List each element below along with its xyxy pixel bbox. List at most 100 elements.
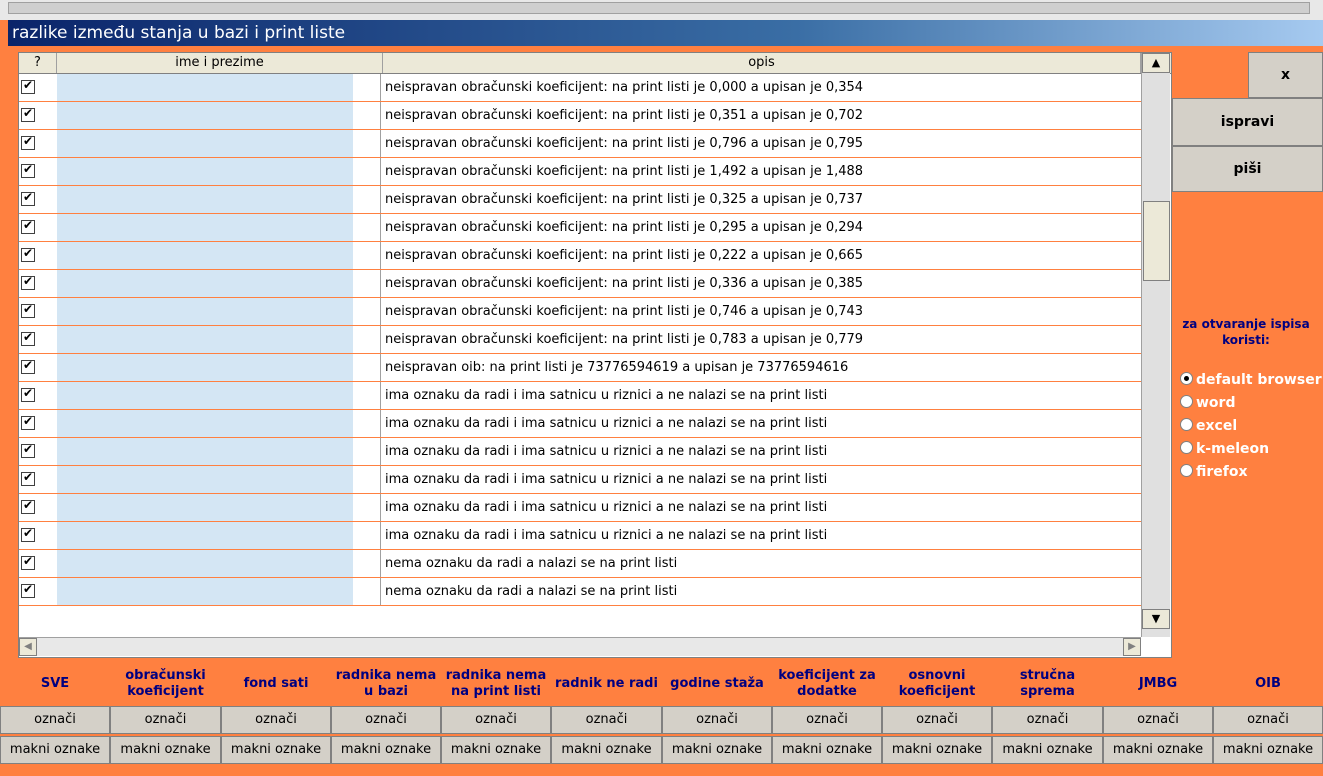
row-opis-cell[interactable]: ima oznaku da radi i ima satnicu u rizni… (383, 522, 1141, 549)
row-name-cell[interactable] (57, 578, 353, 605)
row-opis-cell[interactable]: neispravan obračunski koeficijent: na pr… (383, 158, 1141, 185)
scroll-thumb[interactable] (1143, 201, 1170, 281)
row-name-cell[interactable] (57, 102, 353, 129)
header-check[interactable]: ? (19, 53, 57, 73)
table-row[interactable]: neispravan obračunski koeficijent: na pr… (19, 242, 1141, 270)
table-row[interactable]: ima oznaku da radi i ima satnicu u rizni… (19, 494, 1141, 522)
radio-option[interactable]: k-meleon (1180, 439, 1269, 459)
row-checkbox[interactable] (21, 330, 35, 346)
mark-button[interactable]: označi (882, 706, 992, 734)
row-checkbox[interactable] (21, 302, 35, 318)
unmark-button[interactable]: makni oznake (882, 736, 992, 764)
header-name[interactable]: ime i prezime (57, 53, 383, 73)
table-row[interactable]: neispravan oib: na print listi je 737765… (19, 354, 1141, 382)
vertical-scrollbar[interactable]: ▲ ▼ (1141, 53, 1170, 637)
unmark-button[interactable]: makni oznake (221, 736, 331, 764)
radio-icon[interactable] (1180, 418, 1193, 431)
row-name-cell[interactable] (57, 214, 353, 241)
row-name-cell[interactable] (57, 298, 353, 325)
mark-button[interactable]: označi (992, 706, 1103, 734)
row-checkbox[interactable] (21, 414, 35, 430)
table-row[interactable]: ima oznaku da radi i ima satnicu u rizni… (19, 466, 1141, 494)
row-name-cell[interactable] (57, 270, 353, 297)
table-row[interactable]: neispravan obračunski koeficijent: na pr… (19, 74, 1141, 102)
row-opis-cell[interactable]: neispravan obračunski koeficijent: na pr… (383, 326, 1141, 353)
row-name-cell[interactable] (57, 522, 353, 549)
mark-button[interactable]: označi (662, 706, 772, 734)
table-row[interactable]: nema oznaku da radi a nalazi se na print… (19, 550, 1141, 578)
row-checkbox[interactable] (21, 246, 35, 262)
mark-button[interactable]: označi (221, 706, 331, 734)
row-name-cell[interactable] (57, 326, 353, 353)
row-checkbox[interactable] (21, 162, 35, 178)
table-row[interactable]: neispravan obračunski koeficijent: na pr… (19, 102, 1141, 130)
row-opis-cell[interactable]: neispravan obračunski koeficijent: na pr… (383, 214, 1141, 241)
table-row[interactable]: neispravan obračunski koeficijent: na pr… (19, 130, 1141, 158)
table-row[interactable]: neispravan obračunski koeficijent: na pr… (19, 298, 1141, 326)
table-row[interactable]: neispravan obračunski koeficijent: na pr… (19, 326, 1141, 354)
row-checkbox[interactable] (21, 358, 35, 374)
row-checkbox[interactable] (21, 134, 35, 150)
row-checkbox[interactable] (21, 106, 35, 122)
mark-button[interactable]: označi (110, 706, 221, 734)
table-row[interactable]: neispravan obračunski koeficijent: na pr… (19, 158, 1141, 186)
top-scrollbar[interactable] (8, 2, 1310, 14)
row-checkbox[interactable] (21, 498, 35, 514)
mark-button[interactable]: označi (1103, 706, 1213, 734)
row-name-cell[interactable] (57, 382, 353, 409)
row-opis-cell[interactable]: neispravan obračunski koeficijent: na pr… (383, 74, 1141, 101)
row-opis-cell[interactable]: neispravan obračunski koeficijent: na pr… (383, 102, 1141, 129)
row-opis-cell[interactable]: neispravan obračunski koeficijent: na pr… (383, 298, 1141, 325)
row-name-cell[interactable] (57, 354, 353, 381)
table-row[interactable]: ima oznaku da radi i ima satnicu u rizni… (19, 410, 1141, 438)
row-opis-cell[interactable]: nema oznaku da radi a nalazi se na print… (383, 578, 1141, 605)
row-checkbox[interactable] (21, 554, 35, 570)
row-name-cell[interactable] (57, 74, 353, 101)
unmark-button[interactable]: makni oznake (992, 736, 1103, 764)
table-row[interactable]: nema oznaku da radi a nalazi se na print… (19, 578, 1141, 606)
table-row[interactable]: ima oznaku da radi i ima satnicu u rizni… (19, 522, 1141, 550)
radio-option[interactable]: default browser (1180, 370, 1322, 390)
table-row[interactable]: neispravan obračunski koeficijent: na pr… (19, 214, 1141, 242)
row-checkbox[interactable] (21, 442, 35, 458)
unmark-button[interactable]: makni oznake (772, 736, 882, 764)
row-checkbox[interactable] (21, 190, 35, 206)
row-checkbox[interactable] (21, 470, 35, 486)
unmark-button[interactable]: makni oznake (441, 736, 551, 764)
row-name-cell[interactable] (57, 186, 353, 213)
scroll-up-icon[interactable]: ▲ (1142, 53, 1170, 73)
radio-option[interactable]: excel (1180, 416, 1237, 436)
row-name-cell[interactable] (57, 130, 353, 157)
row-opis-cell[interactable]: neispravan oib: na print listi je 737765… (383, 354, 1141, 381)
radio-icon[interactable] (1180, 441, 1193, 454)
row-opis-cell[interactable]: neispravan obračunski koeficijent: na pr… (383, 242, 1141, 269)
row-opis-cell[interactable]: nema oznaku da radi a nalazi se na print… (383, 550, 1141, 577)
row-checkbox[interactable] (21, 582, 35, 598)
scroll-down-icon[interactable]: ▼ (1142, 609, 1170, 629)
unmark-button[interactable]: makni oznake (110, 736, 221, 764)
table-row[interactable]: ima oznaku da radi i ima satnicu u rizni… (19, 438, 1141, 466)
row-name-cell[interactable] (57, 158, 353, 185)
scroll-left-icon[interactable]: ◀ (19, 638, 37, 656)
row-name-cell[interactable] (57, 410, 353, 437)
unmark-button[interactable]: makni oznake (0, 736, 110, 764)
unmark-button[interactable]: makni oznake (1213, 736, 1323, 764)
radio-icon[interactable] (1180, 372, 1193, 385)
table-row[interactable]: neispravan obračunski koeficijent: na pr… (19, 270, 1141, 298)
row-name-cell[interactable] (57, 494, 353, 521)
mark-button[interactable]: označi (331, 706, 441, 734)
ispravi-button[interactable]: ispravi (1172, 98, 1323, 146)
radio-option[interactable]: word (1180, 393, 1235, 413)
radio-icon[interactable] (1180, 464, 1193, 477)
scroll-right-icon[interactable]: ▶ (1123, 638, 1141, 656)
row-checkbox[interactable] (21, 78, 35, 94)
row-checkbox[interactable] (21, 274, 35, 290)
row-opis-cell[interactable]: ima oznaku da radi i ima satnicu u rizni… (383, 438, 1141, 465)
mark-button[interactable]: označi (0, 706, 110, 734)
row-opis-cell[interactable]: ima oznaku da radi i ima satnicu u rizni… (383, 410, 1141, 437)
radio-icon[interactable] (1180, 395, 1193, 408)
row-opis-cell[interactable]: ima oznaku da radi i ima satnicu u rizni… (383, 382, 1141, 409)
table-row[interactable]: neispravan obračunski koeficijent: na pr… (19, 186, 1141, 214)
row-checkbox[interactable] (21, 218, 35, 234)
close-button[interactable]: x (1248, 52, 1323, 98)
